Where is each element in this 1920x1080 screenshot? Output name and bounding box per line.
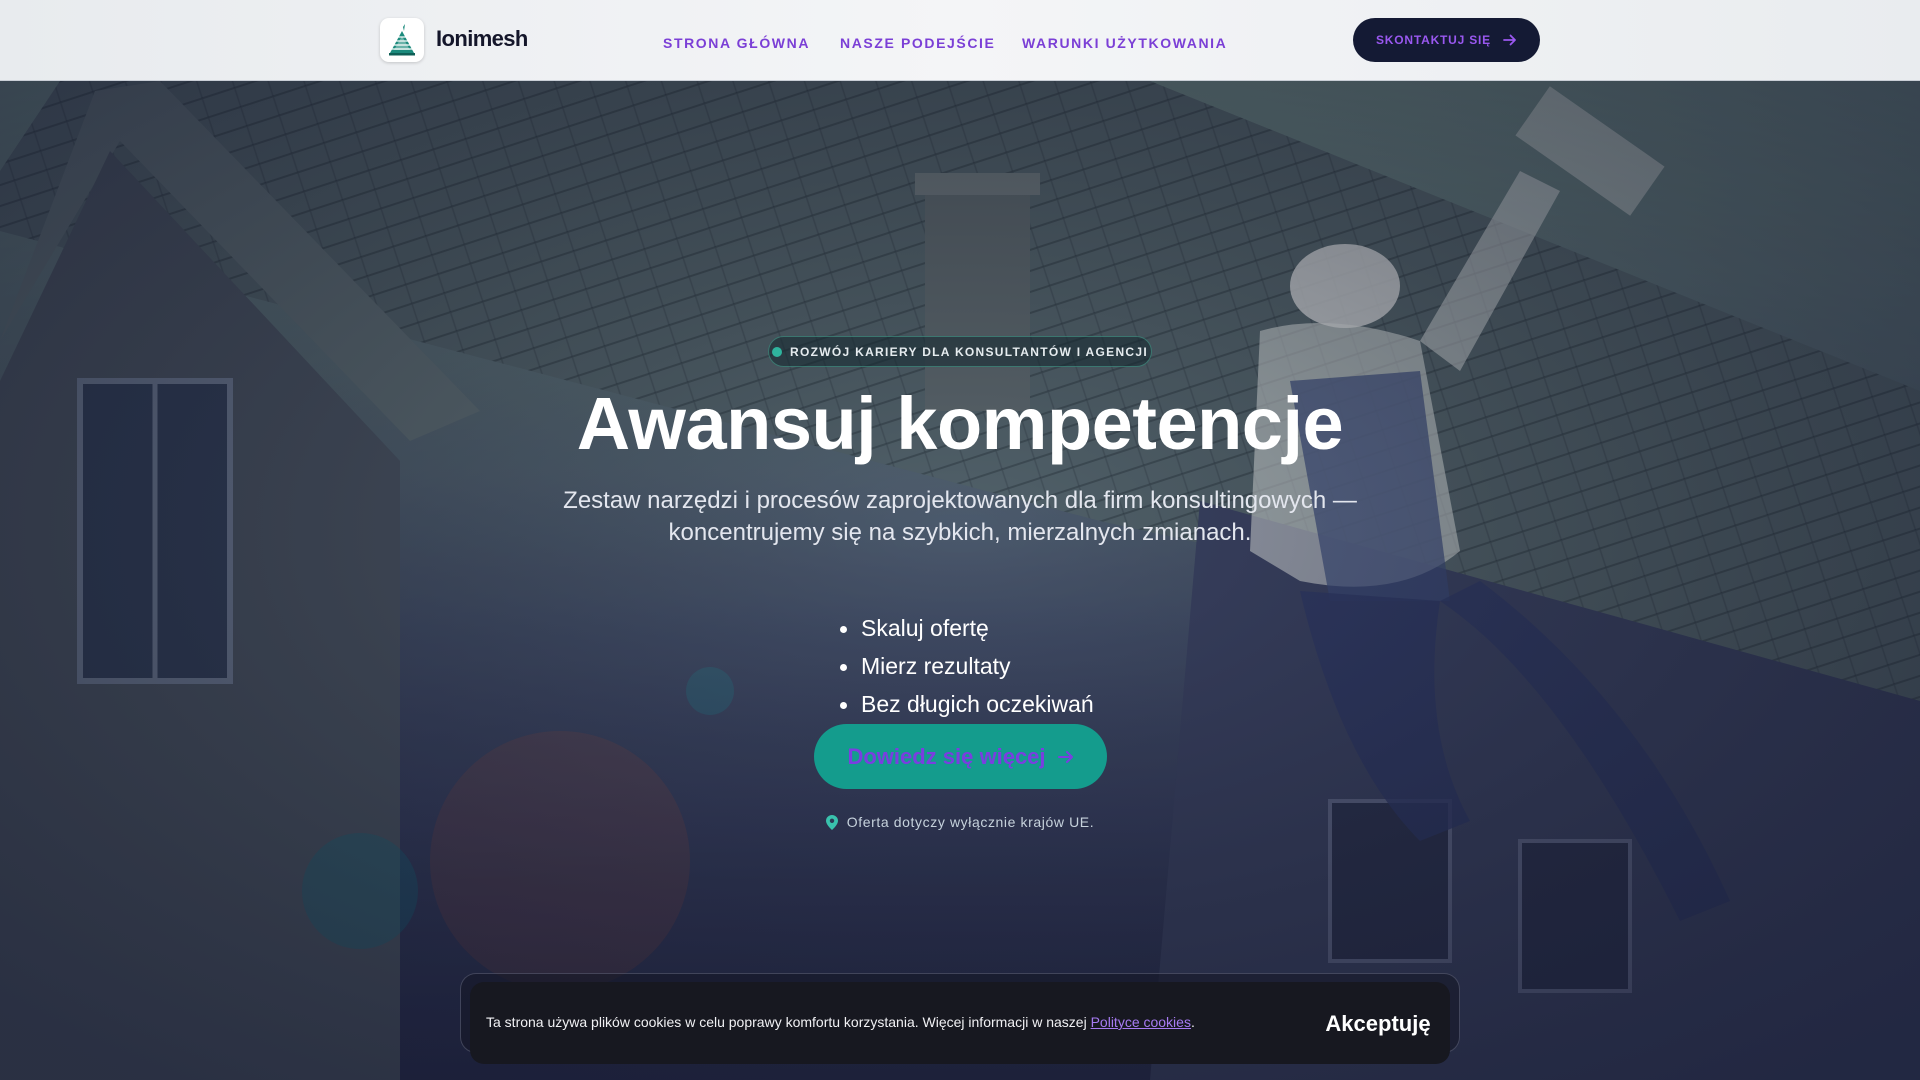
badge-dot-icon	[772, 346, 783, 357]
eu-note: Oferta dotyczy wyłącznie krajów UE.	[0, 814, 1920, 830]
feature-list: Skaluj ofertę Mierz rezultaty Bez długic…	[840, 609, 1094, 723]
feature-item: Mierz rezultaty	[840, 647, 1094, 685]
hero-title: Awansuj kompetencje	[576, 382, 1344, 465]
category-badge: ROZWÓJ KARIERY DLA KONSULTANTÓW I AGENCJ…	[768, 336, 1152, 367]
arrow-right-icon	[1503, 34, 1516, 46]
cookie-bar: Ta strona używa plików cookies w celu po…	[470, 982, 1450, 1064]
learn-more-label: Dowiedz się więcej	[847, 743, 1046, 769]
badge-label: ROZWÓJ KARIERY DLA KONSULTANTÓW I AGENCJ…	[790, 344, 1148, 359]
hero-background-image	[0, 81, 1920, 1080]
cookie-policy-link[interactable]: Polityce cookies	[1091, 1014, 1191, 1030]
logo[interactable]	[380, 18, 424, 62]
learn-more-button[interactable]: Dowiedz się więcej	[814, 724, 1107, 789]
feature-item: Bez długich oczekiwań	[840, 685, 1094, 723]
arrow-right-icon	[1057, 750, 1073, 763]
cookie-suffix: .	[1190, 1014, 1195, 1030]
eu-note-text: Oferta dotyczy wyłącznie krajów UE.	[846, 814, 1095, 830]
contact-button-label: SKONTAKTUJ SIĘ	[1376, 33, 1491, 47]
location-pin-icon	[825, 814, 838, 830]
cookie-text: Ta strona używa plików cookies w celu po…	[486, 1014, 1195, 1030]
nav-terms[interactable]: WARUNKI UŻYTKOWANIA	[1022, 35, 1227, 51]
cookie-message: Ta strona używa plików cookies w celu po…	[486, 1014, 1091, 1030]
feature-item: Skaluj ofertę	[840, 609, 1094, 647]
accept-cookies-button[interactable]: Akceptuję	[1318, 1004, 1438, 1044]
site-header: Ionimesh STRONA GŁÓWNA NASZE PODEJŚCIE W…	[0, 0, 1920, 81]
contact-button[interactable]: SKONTAKTUJ SIĘ	[1353, 18, 1540, 62]
nav-home[interactable]: STRONA GŁÓWNA	[663, 35, 810, 51]
hero-subtitle: Zestaw narzędzi i procesów zaprojektowan…	[563, 487, 1357, 546]
brand-name[interactable]: Ionimesh	[436, 26, 528, 52]
logo-icon	[389, 24, 415, 56]
nav-approach[interactable]: NASZE PODEJŚCIE	[840, 35, 995, 51]
hero-section: ROZWÓJ KARIERY DLA KONSULTANTÓW I AGENCJ…	[0, 81, 1920, 1080]
